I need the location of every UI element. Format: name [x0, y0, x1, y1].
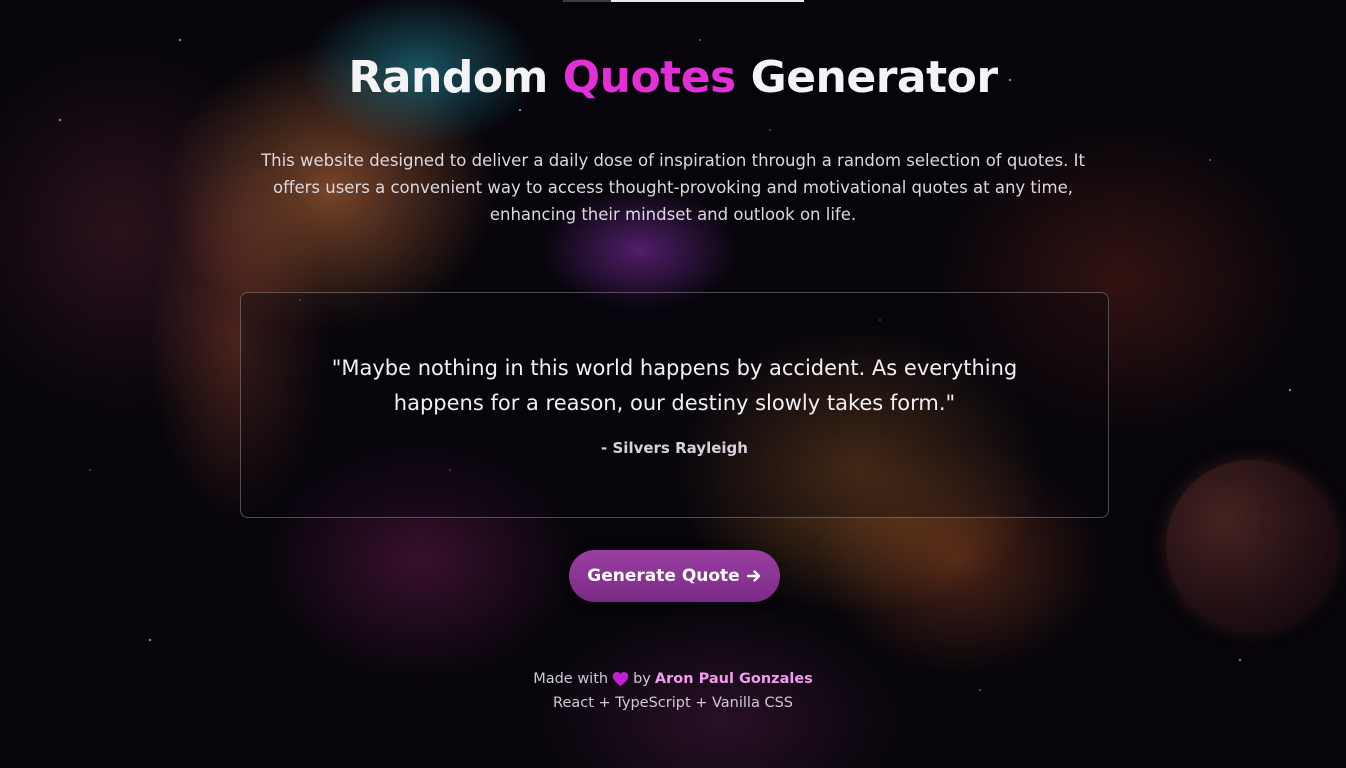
generate-quote-button[interactable]: Generate Quote: [569, 550, 780, 602]
arrow-right-icon: [746, 570, 760, 582]
footer-credit: Made with by Aron Paul Gonzales: [0, 668, 1346, 690]
title-accent: Quotes: [562, 52, 737, 103]
page-title: Random Quotes Generator: [0, 50, 1346, 106]
by-text: by: [633, 671, 651, 687]
made-with-text: Made with: [533, 671, 609, 687]
author-link[interactable]: Aron Paul Gonzales: [655, 671, 813, 687]
quote-text: "Maybe nothing in this world happens by …: [331, 356, 1018, 415]
title-part-2: Generator: [750, 52, 998, 103]
footer: Made with by Aron Paul Gonzales React + …: [0, 668, 1346, 714]
tech-stack: React + TypeScript + Vanilla CSS: [553, 695, 793, 711]
page-content: Random Quotes Generator This website des…: [0, 0, 1346, 768]
site-description: This website designed to deliver a daily…: [261, 151, 1085, 224]
generate-quote-label: Generate Quote: [587, 566, 740, 586]
quote-author: - Silvers Rayleigh: [601, 439, 748, 457]
title-part-1: Random: [348, 52, 548, 103]
heart-icon: [612, 672, 629, 687]
quote-card: "Maybe nothing in this world happens by …: [240, 292, 1109, 518]
